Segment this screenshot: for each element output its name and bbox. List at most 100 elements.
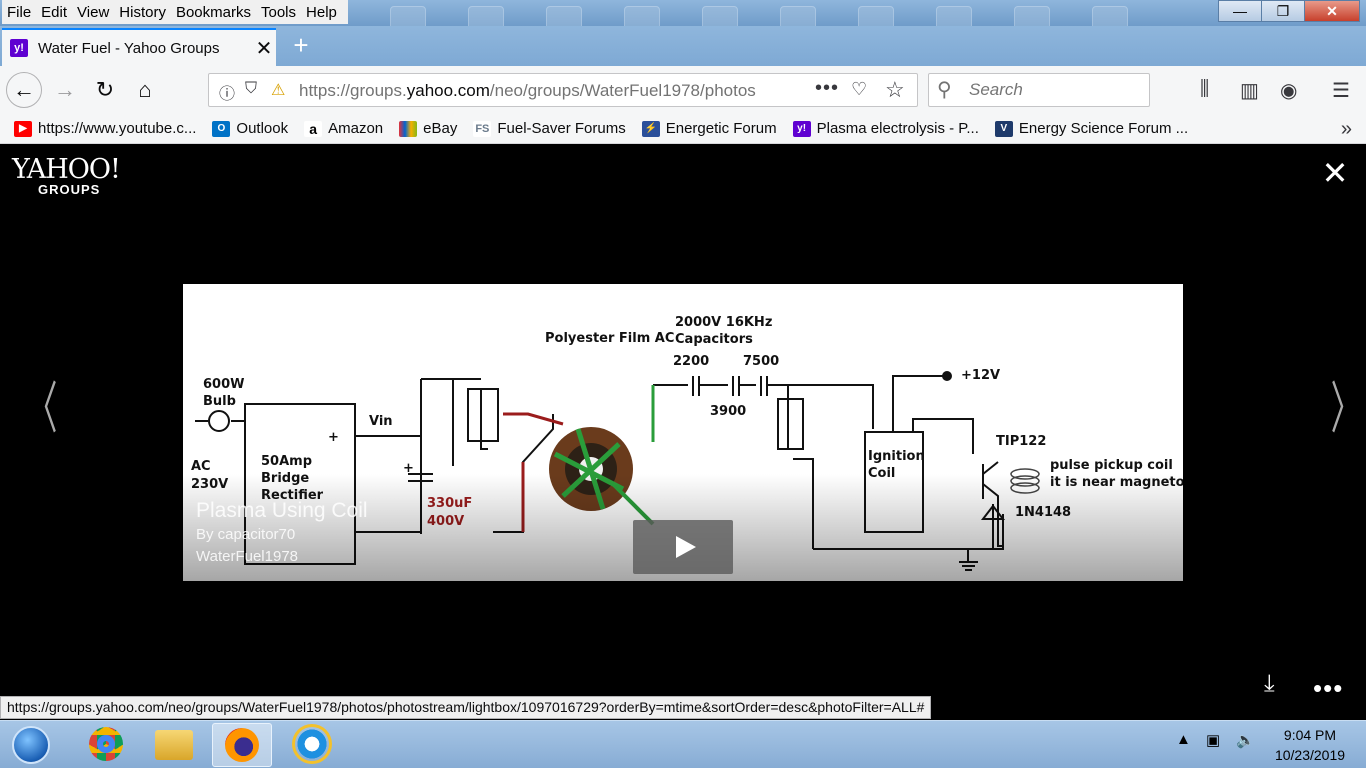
menu-tools[interactable]: Tools — [256, 0, 301, 24]
library-icon[interactable]: ⫼ — [1200, 78, 1209, 101]
play-button[interactable] — [633, 520, 733, 574]
url-text[interactable]: https://groups.yahoo.com/neo/groups/Wate… — [299, 81, 779, 101]
status-bar-url: https://groups.yahoo.com/neo/groups/Wate… — [0, 696, 932, 719]
photo-group[interactable]: WaterFuel1978 — [196, 548, 298, 565]
fuelsaver-icon: FS — [473, 120, 492, 137]
search-input[interactable] — [969, 80, 1139, 100]
yahoo-icon: y! — [792, 120, 811, 137]
label-plus: + — [328, 430, 339, 445]
navigation-bar: ← → ↻ ⌂ ⓘ ⛉ ⚠ https://groups.yahoo.com/n… — [0, 66, 1366, 114]
insecure-lock-icon[interactable]: ⚠ — [271, 80, 285, 100]
window-close-button[interactable]: ✕ — [1304, 0, 1360, 22]
tab-water-fuel[interactable]: y! Water Fuel - Yahoo Groups ✕ — [2, 28, 276, 66]
menu-view[interactable]: View — [72, 0, 114, 24]
label-12v: +12V — [961, 368, 1000, 383]
tab-strip: y! Water Fuel - Yahoo Groups ✕ + — [0, 26, 1366, 66]
label-50amp: 50Amp — [261, 454, 312, 469]
account-icon[interactable]: ◉ — [1280, 78, 1297, 103]
windows-orb-icon — [12, 726, 50, 764]
photo-viewer[interactable]: 600W Bulb AC 230V 50Amp Bridge Rectifier… — [183, 284, 1183, 581]
bookmark-energy-science[interactable]: V Energy Science Forum ... — [994, 120, 1188, 137]
hamburger-menu-icon[interactable]: ☰ — [1332, 78, 1350, 103]
bookmark-youtube[interactable]: ▶ https://www.youtube.c... — [14, 120, 196, 137]
amazon-icon: a — [304, 120, 323, 137]
menu-help[interactable]: Help — [301, 0, 342, 24]
clock-date: 10/23/2019 — [1274, 747, 1346, 763]
menu-bar: File Edit View History Bookmarks Tools H… — [0, 0, 1366, 50]
network-icon[interactable]: ▣ — [1206, 731, 1220, 749]
yahoo-groups-logo[interactable]: YAHOO! GROUPS — [12, 156, 121, 198]
bookmark-fuel-saver[interactable]: FS Fuel-Saver Forums — [473, 120, 626, 137]
bookmark-star-icon[interactable]: ☆ — [885, 77, 905, 103]
ie-icon — [295, 727, 329, 761]
menu-items: File Edit View History Bookmarks Tools H… — [2, 0, 348, 24]
back-button[interactable]: ← — [6, 72, 42, 108]
label-tip122: TIP122 — [996, 434, 1046, 449]
photo-author[interactable]: By capacitor70 — [196, 526, 295, 543]
bookmark-outlook[interactable]: O Outlook — [212, 120, 288, 137]
bookmark-ebay[interactable]: eBay — [399, 120, 457, 137]
label-polyester: Polyester Film AC — [545, 331, 674, 346]
taskbar-firefox[interactable] — [212, 723, 272, 767]
menu-history[interactable]: History — [114, 0, 171, 24]
browser-window: File Edit View History Bookmarks Tools H… — [0, 0, 1366, 768]
minimize-button[interactable]: — — [1218, 0, 1262, 22]
taskbar: ▲ ▣ 🔈 9:04 PM 10/23/2019 — [0, 720, 1366, 768]
label-capacitors: Capacitors — [675, 332, 753, 347]
volume-icon[interactable]: 🔈 — [1236, 731, 1255, 749]
start-button[interactable] — [6, 723, 56, 767]
taskbar-internet-explorer[interactable] — [282, 723, 342, 767]
label-2200: 2200 — [673, 354, 709, 369]
chrome-icon — [89, 727, 123, 761]
forward-button[interactable]: → — [48, 74, 82, 108]
window-controls: — ❐ ✕ — [1218, 0, 1360, 22]
search-icon: ⚲ — [937, 79, 952, 101]
energetic-icon: ⚡ — [641, 120, 660, 137]
bookmark-energetic[interactable]: ⚡ Energetic Forum — [641, 120, 777, 137]
tab-close-icon[interactable]: ✕ — [252, 36, 276, 61]
clock-time: 9:04 PM — [1283, 727, 1337, 743]
tracking-shield-icon[interactable]: ⛉ — [245, 80, 257, 98]
bookmark-amazon[interactable]: a Amazon — [304, 120, 383, 137]
label-vin: Vin — [369, 414, 393, 429]
lightbox: YAHOO! GROUPS ✕ 〈 〉 600W Bulb AC 50Amp +… — [0, 144, 1366, 720]
label-ignition: Ignition — [868, 449, 925, 464]
pocket-icon[interactable]: ♡ — [851, 79, 867, 100]
next-photo-icon[interactable]: 〉 — [1331, 382, 1362, 438]
menu-file[interactable]: File — [2, 0, 36, 24]
tab-title: Water Fuel - Yahoo Groups — [38, 39, 220, 57]
more-options-icon[interactable]: ••• — [1313, 675, 1343, 701]
previous-photo-icon[interactable]: 〈 — [27, 382, 58, 438]
new-tab-button[interactable]: + — [286, 31, 316, 61]
label-bulb: Bulb — [203, 394, 236, 409]
reload-button[interactable]: ↻ — [88, 74, 122, 108]
info-icon[interactable]: ⓘ — [219, 80, 235, 104]
yahoo-favicon-icon: y! — [10, 39, 28, 57]
ebay-icon — [399, 120, 418, 137]
lightbox-close-icon[interactable]: ✕ — [1318, 156, 1352, 190]
more-bookmarks-icon[interactable]: » — [1341, 118, 1352, 141]
sidebar-icon[interactable]: ▥ — [1240, 78, 1259, 103]
label-7500: 7500 — [743, 354, 779, 369]
photo-title: Plasma Using Coil — [196, 499, 368, 522]
taskbar-chrome[interactable] — [76, 723, 136, 767]
menu-edit[interactable]: Edit — [36, 0, 72, 24]
search-bar[interactable]: ⚲ — [928, 73, 1150, 107]
folder-icon — [155, 730, 193, 760]
bookmark-plasma[interactable]: y! Plasma electrolysis - P... — [792, 120, 979, 137]
outlook-icon: O — [212, 120, 231, 137]
label-2000v: 2000V 16KHz — [675, 315, 772, 330]
firefox-icon — [225, 728, 259, 762]
menu-bookmarks[interactable]: Bookmarks — [171, 0, 256, 24]
page-actions-icon[interactable]: ••• — [815, 77, 839, 100]
url-bar[interactable]: ⓘ ⛉ ⚠ https://groups.yahoo.com/neo/group… — [208, 73, 918, 107]
label-600w: 600W — [203, 377, 244, 392]
youtube-icon: ▶ — [14, 120, 32, 137]
home-button[interactable]: ⌂ — [128, 74, 162, 108]
download-icon[interactable]: ⤓ — [1264, 670, 1275, 698]
taskbar-explorer[interactable] — [144, 723, 204, 767]
show-hidden-icons-icon[interactable]: ▲ — [1176, 731, 1191, 748]
maximize-button[interactable]: ❐ — [1261, 0, 1305, 22]
label-3900: 3900 — [710, 404, 746, 419]
taskbar-clock[interactable]: 9:04 PM 10/23/2019 — [1262, 725, 1358, 765]
